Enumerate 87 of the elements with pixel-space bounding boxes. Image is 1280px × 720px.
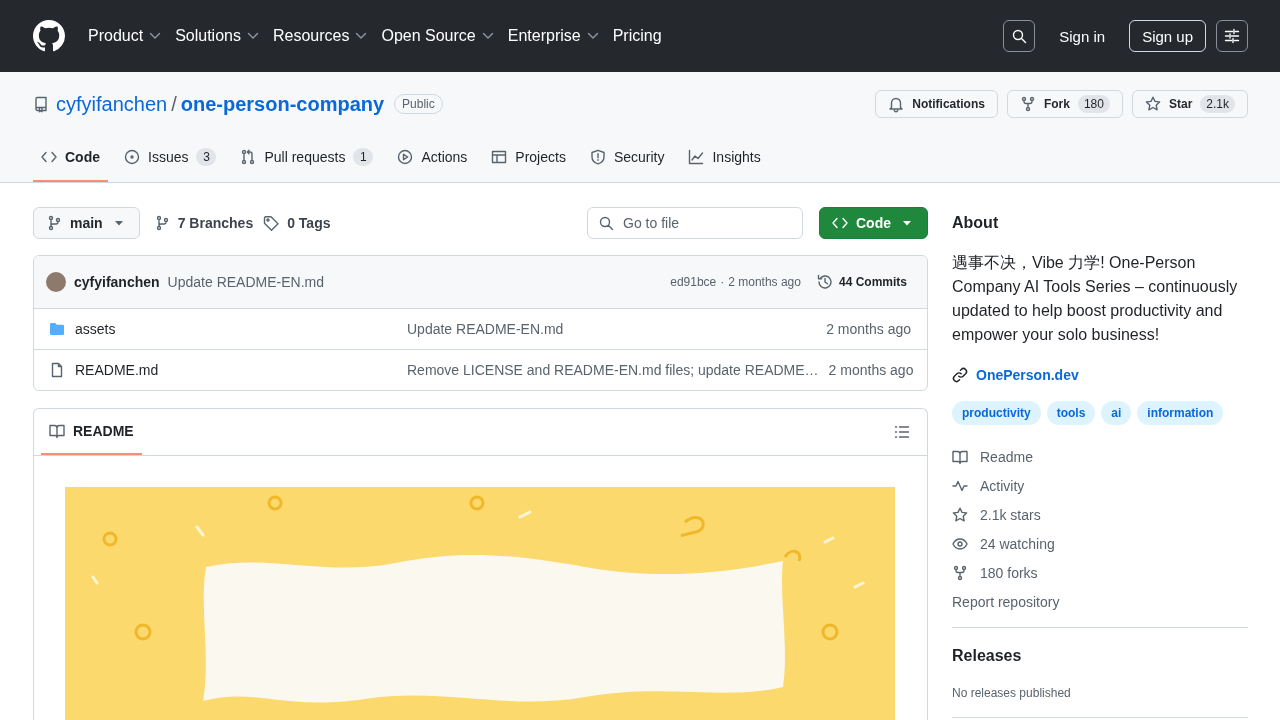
- code-brackets-icon: [832, 215, 848, 231]
- commit-age: 2 months ago: [728, 275, 801, 289]
- releases-note: No releases published: [952, 685, 1072, 702]
- pull-request-icon: [240, 149, 257, 165]
- list-icon[interactable]: [894, 424, 910, 440]
- branch-icon: [46, 215, 62, 231]
- folder-icon: [49, 321, 65, 337]
- owner-link[interactable]: cyfyifanchen: [56, 92, 168, 116]
- nav-tab[interactable]: Code: [33, 134, 108, 182]
- path-separator: /: [171, 92, 177, 116]
- go-to-file-field[interactable]: Go to file: [587, 207, 803, 239]
- book-icon: [952, 448, 968, 465]
- line-graph-icon: [688, 149, 705, 165]
- topic-tag[interactable]: productivity: [952, 401, 1041, 425]
- code-button[interactable]: Code: [819, 207, 928, 239]
- commit-message-link[interactable]: Update README-EN.md: [407, 321, 817, 337]
- book-icon: [49, 423, 65, 439]
- releases-heading: Releases: [952, 646, 1023, 666]
- counter: 2.1k: [1200, 95, 1235, 113]
- tags-link[interactable]: 0 Tags: [263, 215, 331, 231]
- table-icon: [491, 149, 508, 165]
- repository-description: 遇事不决，Vibe 力学! One-Person Company AI Tools Series – continuously updated to help boost productivity and empower your solo business!: [952, 253, 1239, 345]
- star-icon: [1144, 96, 1161, 112]
- commits-link[interactable]: 44 Commits: [816, 274, 907, 290]
- nav-menu-item[interactable]: Pricing: [612, 20, 662, 52]
- notifications-button[interactable]: Notifications: [875, 90, 998, 118]
- counter: 1: [353, 148, 374, 166]
- notebook-icon: [33, 96, 49, 112]
- commit-message-link[interactable]: Update README-EN.md: [167, 274, 324, 290]
- sidebar-link[interactable]: 2.1k stars: [952, 500, 1041, 529]
- file-icon: [49, 362, 65, 378]
- star-icon: [952, 506, 968, 523]
- fork-icon: [952, 564, 968, 581]
- nav-tab[interactable]: Issues 3: [116, 134, 225, 182]
- commit-author-link[interactable]: cyfyifanchen: [74, 274, 160, 290]
- topic-tag[interactable]: tools: [1046, 401, 1096, 425]
- branches-link[interactable]: 7 Branches: [153, 215, 254, 231]
- search-icon: [598, 215, 614, 231]
- nav-tab[interactable]: Pull requests 1: [232, 134, 382, 182]
- nav-tab[interactable]: Insights: [680, 134, 769, 182]
- code-brackets-icon: [41, 149, 57, 165]
- file-name-link[interactable]: assets: [75, 321, 397, 337]
- nav-menu-item[interactable]: Resources: [272, 20, 370, 52]
- logo-icon[interactable]: [33, 20, 65, 52]
- nav-menu-item[interactable]: Solutions: [175, 20, 261, 52]
- search-button[interactable]: [1003, 20, 1036, 52]
- eye-icon: [952, 535, 968, 552]
- menu-button[interactable]: [1216, 20, 1248, 52]
- sidebar-link[interactable]: 180 forks: [952, 558, 1038, 587]
- nav-tab[interactable]: Projects: [483, 134, 574, 182]
- link-icon: [952, 367, 968, 383]
- nav-menu-item[interactable]: Enterprise: [507, 20, 601, 52]
- nav-tab[interactable]: Security: [581, 134, 673, 182]
- about-heading: About: [952, 213, 1000, 233]
- sidebar-link[interactable]: 24 watching: [952, 529, 1055, 558]
- commit-message-link[interactable]: Remove LICENSE and README-EN.md files; update README…: [407, 362, 819, 378]
- fork-button[interactable]: Fork 180: [1006, 90, 1123, 118]
- dot-separator: ·: [720, 275, 725, 289]
- topic-tag[interactable]: ai: [1101, 401, 1132, 425]
- commit-hash-link[interactable]: ed91bce: [670, 275, 717, 289]
- nav-menu-item[interactable]: Open Source: [381, 20, 496, 52]
- repository-name-link[interactable]: one-person-company: [180, 92, 385, 116]
- fork-icon: [1019, 96, 1036, 112]
- counter: 180: [1077, 95, 1110, 113]
- sidebar-link[interactable]: Readme: [952, 442, 1033, 471]
- nav-tab[interactable]: Actions: [389, 134, 476, 182]
- website-link[interactable]: OnePerson.dev: [952, 363, 1079, 387]
- file-name-link[interactable]: README.md: [75, 362, 397, 378]
- commit-age: 2 months ago: [826, 321, 911, 337]
- sliders-icon: [1224, 28, 1240, 44]
- avatar-icon: [46, 272, 66, 292]
- readme-tab[interactable]: README: [41, 409, 142, 455]
- branch-select-button[interactable]: main: [33, 207, 140, 239]
- report-repository-link[interactable]: Report repository: [952, 587, 1060, 616]
- sign-in-link[interactable]: Sign in: [1059, 27, 1106, 45]
- search-icon: [1011, 28, 1028, 44]
- commit-age: 2 months ago: [828, 362, 914, 378]
- star-button[interactable]: Star 2.1k: [1131, 90, 1248, 118]
- sign-up-button[interactable]: Sign up: [1129, 20, 1206, 52]
- sidebar-link[interactable]: Activity: [952, 471, 1025, 500]
- shield-icon: [589, 149, 606, 165]
- bell-icon: [888, 96, 905, 112]
- tag-icon: [263, 215, 280, 231]
- counter: 3: [196, 148, 217, 166]
- history-icon: [816, 274, 833, 290]
- nav-menu-item[interactable]: Product: [88, 20, 164, 52]
- topic-tag[interactable]: information: [1137, 401, 1224, 425]
